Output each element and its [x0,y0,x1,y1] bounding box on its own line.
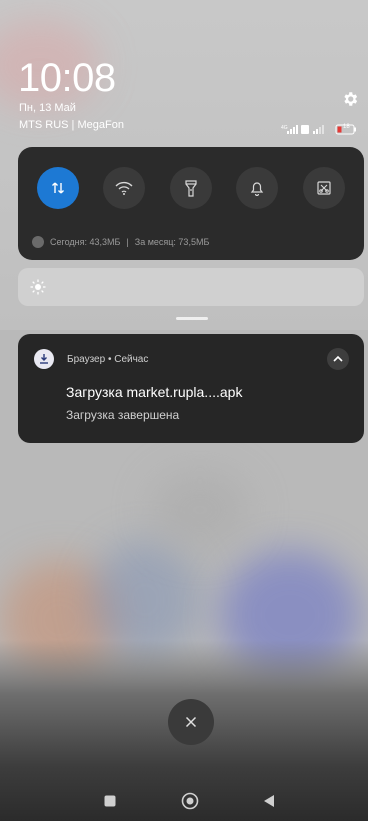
usage-separator: | [126,237,129,247]
quick-settings-panel: Сегодня: 43,3МБ | За месяц: 73,5МБ [18,147,364,260]
clear-notifications-button[interactable] [168,699,214,745]
tile-flashlight[interactable] [170,167,212,209]
usage-today: Сегодня: 43,3МБ [50,237,121,247]
data-usage-icon [32,236,44,248]
bell-icon [250,182,264,196]
tile-wifi[interactable] [103,167,145,209]
sun-icon [30,279,46,295]
download-icon [34,349,54,369]
panel-drag-handle[interactable] [176,317,208,320]
tile-sound[interactable] [236,167,278,209]
back-icon[interactable] [260,792,278,810]
clock[interactable]: 10:08 [18,56,116,101]
flashlight-icon [185,180,197,197]
brightness-slider[interactable] [18,268,364,306]
settings-gear-icon[interactable] [341,90,359,108]
carrier-label: MTS RUS | MegaFon [19,119,124,131]
navigation-bar [0,780,368,821]
usage-month: За месяц: 73,5МБ [134,237,210,247]
notification-subtitle: Загрузка завершена [66,408,180,422]
svg-text:4G: 4G [281,125,288,131]
home-icon[interactable] [181,792,199,810]
tile-mobile-data[interactable] [37,167,79,209]
battery-level: 18 [343,124,350,130]
notification-title: Загрузка market.rupla....apk [66,384,243,400]
notification-app-line: Браузер • Сейчас [67,354,149,365]
data-arrows-icon [52,182,64,194]
data-usage-row[interactable]: Сегодня: 43,3МБ | За месяц: 73,5МБ [32,236,209,248]
screenshot-icon [317,181,331,195]
wifi-icon [115,181,133,195]
tile-screenshot[interactable] [303,167,345,209]
recents-icon[interactable] [101,792,119,810]
download-notification[interactable]: Браузер • Сейчас Загрузка market.rupla..… [18,334,364,443]
date-label[interactable]: Пн, 13 Май [19,102,76,114]
close-icon [185,716,197,728]
chevron-up-icon[interactable] [327,348,349,370]
